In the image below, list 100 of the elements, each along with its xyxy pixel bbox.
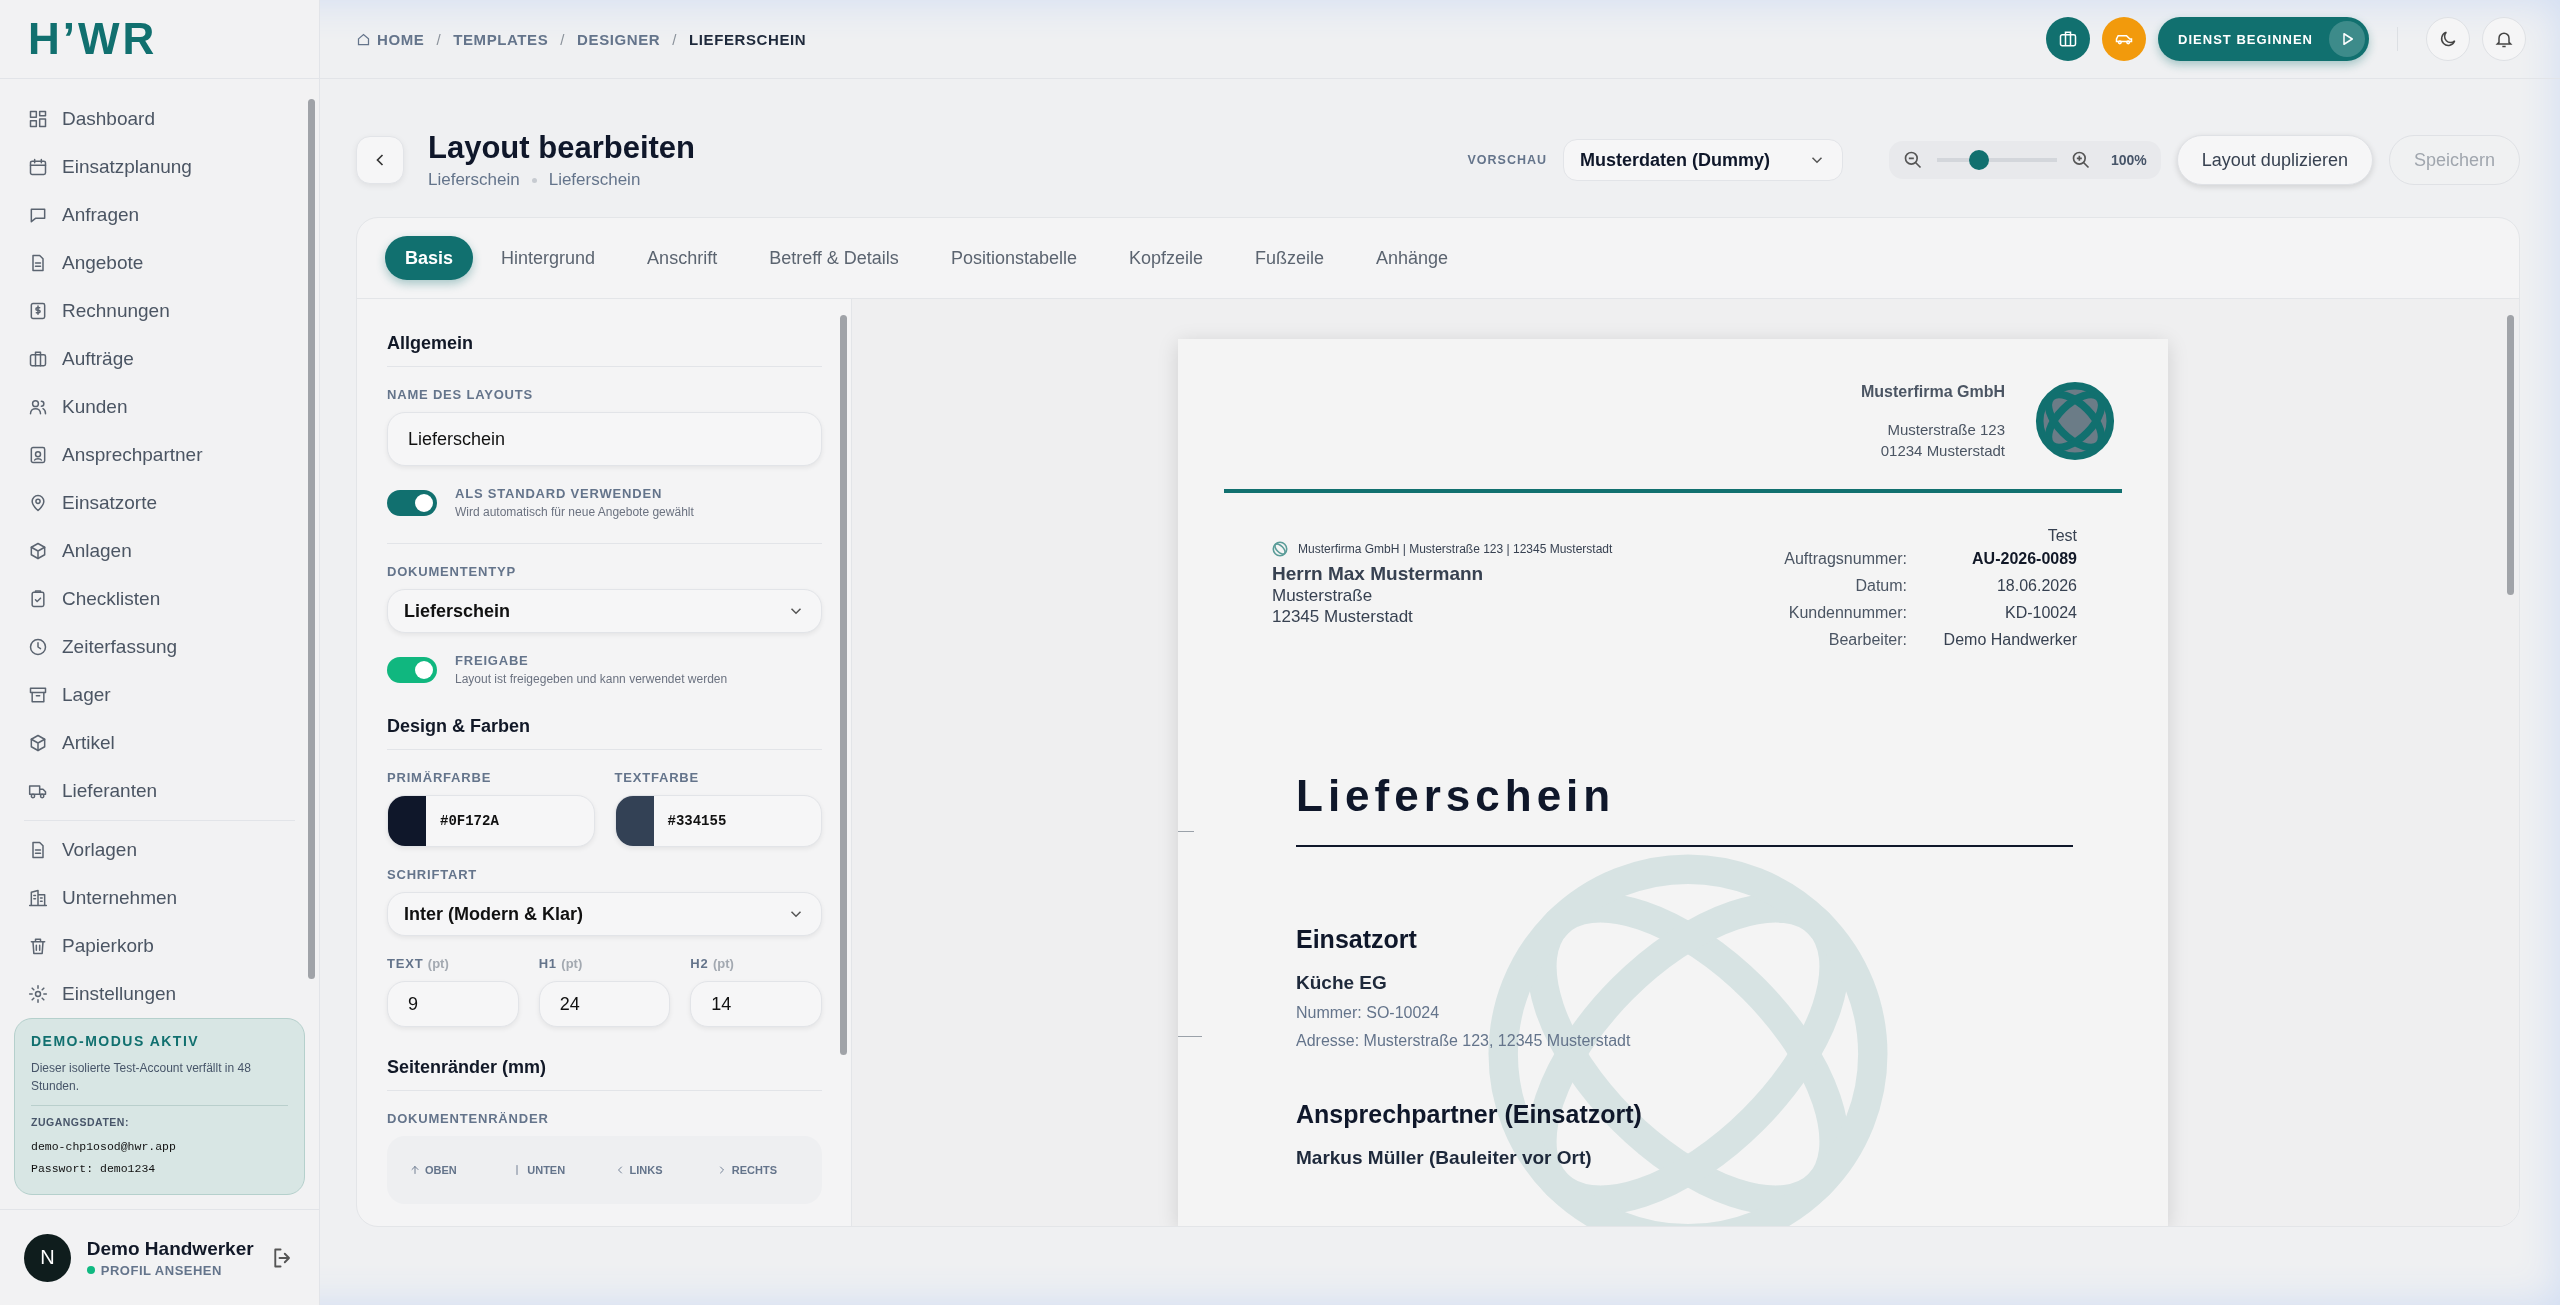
avatar[interactable]: N (24, 1233, 71, 1282)
document-subheading: Küche EG (1296, 972, 1388, 994)
margin-tab[interactable]: OBEN (403, 1150, 500, 1190)
field-label: PRIMÄRFARBE (387, 770, 493, 785)
briefcase-button[interactable] (2046, 17, 2091, 61)
preview-select[interactable]: Musterdaten (Dummy) (1563, 139, 1843, 181)
scrollbar[interactable] (2507, 315, 2514, 595)
color-field[interactable]: #334155 (614, 795, 822, 847)
zoom-in-icon[interactable] (2071, 150, 2091, 170)
sidebar-item[interactable]: Angebote (24, 239, 295, 287)
sidebar-item[interactable]: Anfragen (24, 191, 295, 239)
credentials-label: ZUGANGSDATEN: (31, 1116, 130, 1129)
contact-card-icon (28, 445, 48, 465)
sidebar-item[interactable]: Ansprechpartner (24, 431, 295, 479)
document-text: Nummer: SO-10024 (1296, 1004, 1441, 1022)
tab[interactable]: Hintergrund (477, 236, 620, 280)
section-heading: Seitenränder (mm) (387, 1051, 822, 1091)
sidebar-item[interactable]: Anlagen (24, 527, 295, 575)
sidebar-item[interactable]: Vorlagen (24, 826, 295, 874)
company-name: Musterfirma GmbH (1860, 383, 2005, 401)
sidebar-item[interactable]: Checklisten (24, 575, 295, 623)
breadcrumb-link[interactable]: DESIGNER (577, 30, 661, 48)
toggle-switch[interactable] (387, 657, 437, 683)
number-field[interactable]: 9 (387, 981, 519, 1027)
subtitle: Lieferschein (548, 170, 641, 190)
calendar-icon (28, 157, 48, 177)
sidebar-item[interactable]: Lieferanten (24, 767, 295, 815)
logo-icon (2033, 379, 2117, 463)
scrollbar[interactable] (308, 99, 315, 979)
breadcrumb-separator: / (560, 30, 566, 48)
section-heading: Design & Farben (387, 710, 822, 750)
dark-mode-button[interactable] (2426, 17, 2470, 61)
users-icon (28, 397, 48, 417)
select-field[interactable]: Lieferschein (387, 589, 822, 633)
sidebar-item[interactable]: Artikel (24, 719, 295, 767)
box-icon (28, 541, 48, 561)
zoom-out-icon[interactable] (1903, 150, 1923, 170)
margin-tab[interactable]: RECHTS (709, 1150, 806, 1190)
document-heading: Einsatzort (1296, 925, 1418, 954)
arrow-up-icon (409, 1164, 421, 1176)
toggle-hint: Layout ist freigegeben und kann verwendet werden (455, 672, 728, 686)
dashboard-icon (28, 109, 48, 129)
sidebar-item[interactable]: Einsatzorte (24, 479, 295, 527)
color-swatch[interactable] (615, 796, 654, 846)
breadcrumb-link[interactable]: TEMPLATES (453, 30, 549, 48)
breadcrumb-separator: / (436, 30, 442, 48)
sidebar-item[interactable]: Lager (24, 671, 295, 719)
duplicate-button[interactable]: Layout duplizieren (2176, 135, 2373, 185)
profile-link[interactable]: PROFIL ANSEHEN (86, 1262, 254, 1278)
toggle-switch[interactable] (387, 490, 437, 516)
select-field[interactable]: Inter (Modern & Klar) (387, 892, 822, 936)
preview-label: VORSCHAU (1467, 153, 1547, 167)
tab[interactable]: Basis (385, 236, 474, 280)
notifications-button[interactable] (2482, 17, 2526, 61)
input-field[interactable]: Lieferschein (387, 412, 822, 466)
sidebar-item[interactable]: Einsatzplanung (24, 143, 295, 191)
tab[interactable]: Fußzeile (1231, 236, 1349, 280)
color-swatch[interactable] (388, 796, 426, 846)
moon-icon (2438, 29, 2458, 49)
field-label: H1 (pt) (538, 956, 584, 971)
box-icon (28, 733, 48, 753)
clipboard-check-icon (28, 589, 48, 609)
field-label: TEXT (pt) (387, 956, 450, 971)
sidebar-item[interactable]: Einstellungen (24, 970, 295, 1013)
color-field[interactable]: #0F172A (387, 795, 595, 847)
home-icon[interactable] (356, 31, 371, 47)
margin-tab[interactable]: LINKS (607, 1150, 704, 1190)
toggle-label: ALS STANDARD VERWENDEN (455, 486, 664, 501)
demo-text: Dieser isolierte Test-Account verfällt in 48 Stunden. (31, 1060, 252, 1096)
slider-thumb[interactable] (1969, 150, 1989, 170)
meta-value: Demo Handwerker (1942, 630, 2077, 650)
number-field[interactable]: 24 (538, 981, 671, 1027)
sidebar-item[interactable]: Dashboard (24, 95, 295, 143)
sidebar-item[interactable]: Papierkorb (24, 922, 295, 970)
sidebar-item[interactable]: Zeiterfassung (24, 623, 295, 671)
meta-value: 18.06.2026 (1995, 576, 2077, 596)
start-shift-button[interactable]: DIENST BEGINNEN (2158, 17, 2369, 61)
margin-tab[interactable]: UNTEN (505, 1150, 602, 1190)
company-address: Musterstraße 123 (1886, 420, 2005, 440)
recipient-address: 12345 Musterstadt (1272, 606, 1414, 628)
sidebar-item[interactable]: Unternehmen (24, 874, 295, 922)
sidebar-item[interactable]: Kunden (24, 383, 295, 431)
page-title: Layout bearbeiten (428, 130, 696, 166)
tab[interactable]: Betreff & Details (745, 236, 923, 280)
tab[interactable]: Anhänge (1352, 236, 1473, 280)
breadcrumb-link[interactable]: HOME (377, 30, 425, 48)
number-field[interactable]: 14 (690, 981, 822, 1027)
tab[interactable]: Anschrift (623, 236, 742, 280)
scrollbar[interactable] (840, 315, 847, 1055)
field-label: TEXTFARBE (614, 770, 700, 785)
tab[interactable]: Kopfzeile (1104, 236, 1228, 280)
field-label: NAME DES LAYOUTS (387, 387, 534, 402)
sidebar-item[interactable]: Rechnungen (24, 287, 295, 335)
meta-label: Bearbeiter: (1827, 630, 1907, 650)
logo: H’WR (28, 14, 158, 64)
meta-value: KD-10024 (2003, 603, 2077, 623)
briefcase-icon (2058, 29, 2079, 49)
tab[interactable]: Positionstabelle (926, 236, 1101, 280)
breadcrumb-link[interactable]: LIEFERSCHEIN (689, 30, 807, 48)
sidebar-item[interactable]: Aufträge (24, 335, 295, 383)
